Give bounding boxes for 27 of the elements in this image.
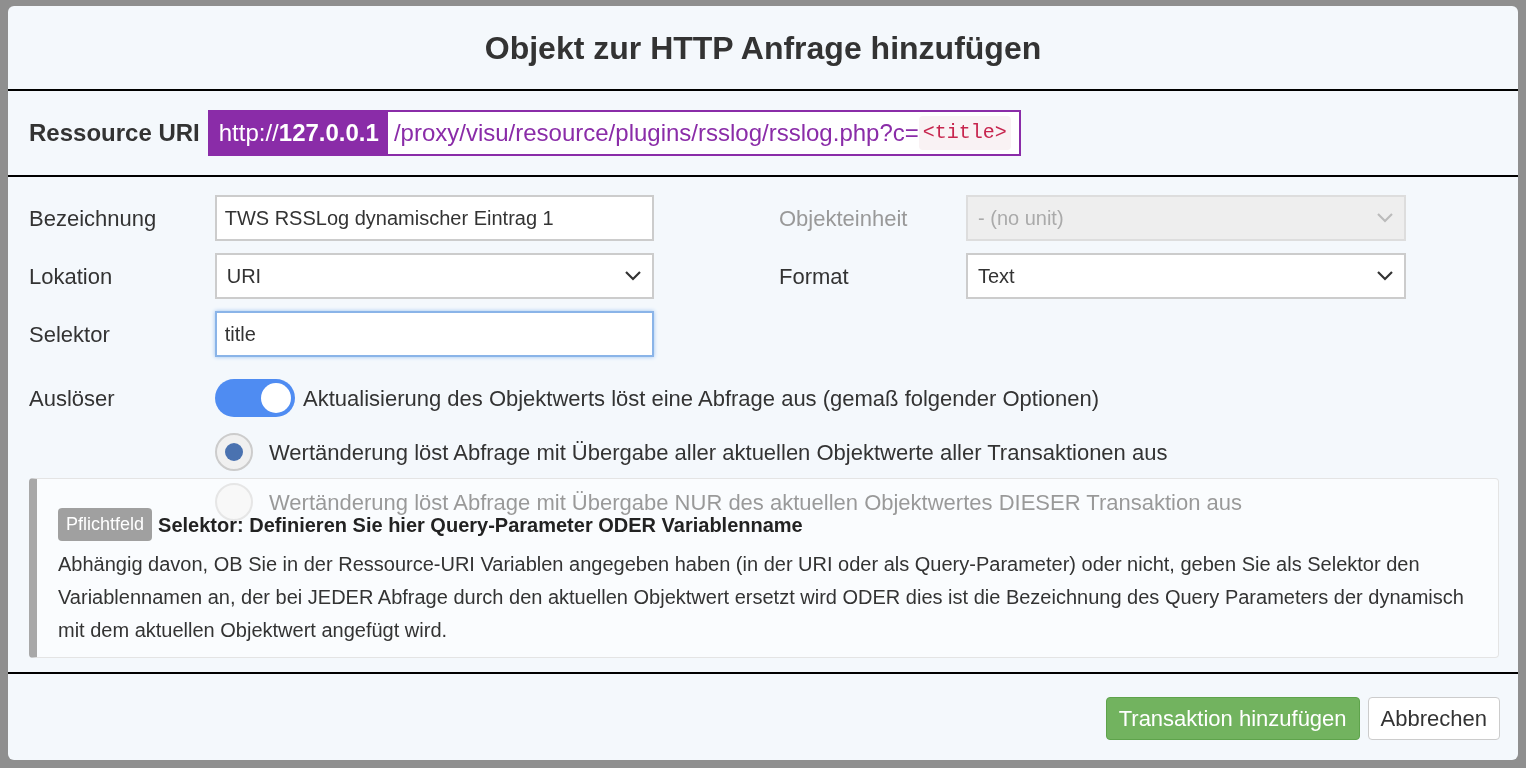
radio-label: Wertänderung löst Abfrage mit Übergabe NUR des aktuellen Objektwertes DIESER Transaktion aus (269, 488, 1242, 517)
dialog-title: Objekt zur HTTP Anfrage hinzufügen (484, 28, 1042, 68)
radio-label: Wertänderung löst Abfrage mit Übergabe aller aktuellen Objektwerte aller Transaktionen aus (269, 438, 1168, 467)
required-badge: Pflichtfeld (58, 508, 153, 541)
text-input[interactable]: TWS RSSLog dynamischer Eintrag 1 (214, 195, 654, 241)
field-label: Bezeichnung (29, 204, 158, 233)
field-label: Objekteinheit (779, 204, 909, 233)
cancel-button[interactable]: Abbrechen (1367, 696, 1500, 740)
field-label: Selektor (29, 320, 111, 349)
toggle-label: Aktualisierung des Objektwerts löst eine Abfrage aus (gemaß folgender Optionen) (303, 384, 1100, 413)
select-dropdown[interactable]: Text (966, 253, 1406, 299)
help-text: Abhängig davon, OB Sie in der Ressource-URI Variablen angegeben haben (in der URI oder als Query-Parameter) oder nicht, geben Sie als Selektor den Variablennamen an, der bei JEDER Abfrage durch den aktuellen Objektwert ersetzt wird ODER dies ist die Bezeichnung des Query Parameters der dynamisch mit dem aktuellen Objektwert angefügt wird. (58, 552, 1465, 643)
uri-path: /proxy/visu/resource/plugins/rsslog/rsslog.php?c= (392, 118, 919, 148)
resource-uri-label: Ressource URI (29, 118, 200, 148)
trigger-label: Auslöser (29, 384, 116, 413)
chevron-down-icon (1376, 212, 1394, 224)
uri-variable: <title> (918, 116, 1011, 150)
uri-host: http://127.0.0.1 (209, 112, 388, 154)
radio-button[interactable] (215, 433, 253, 471)
chevron-down-icon (624, 270, 642, 282)
text-input[interactable]: title (214, 311, 654, 357)
field-label: Format (779, 262, 850, 291)
field-label: Lokation (29, 262, 114, 291)
toggle-switch[interactable] (215, 379, 295, 417)
select-dropdown[interactable]: URI (214, 253, 654, 299)
chevron-down-icon (1376, 270, 1394, 282)
resource-uri-field[interactable]: http://127.0.0.1 /proxy/visu/resource/plugins/rsslog/rsslog.php?c= <title> (207, 110, 1021, 156)
